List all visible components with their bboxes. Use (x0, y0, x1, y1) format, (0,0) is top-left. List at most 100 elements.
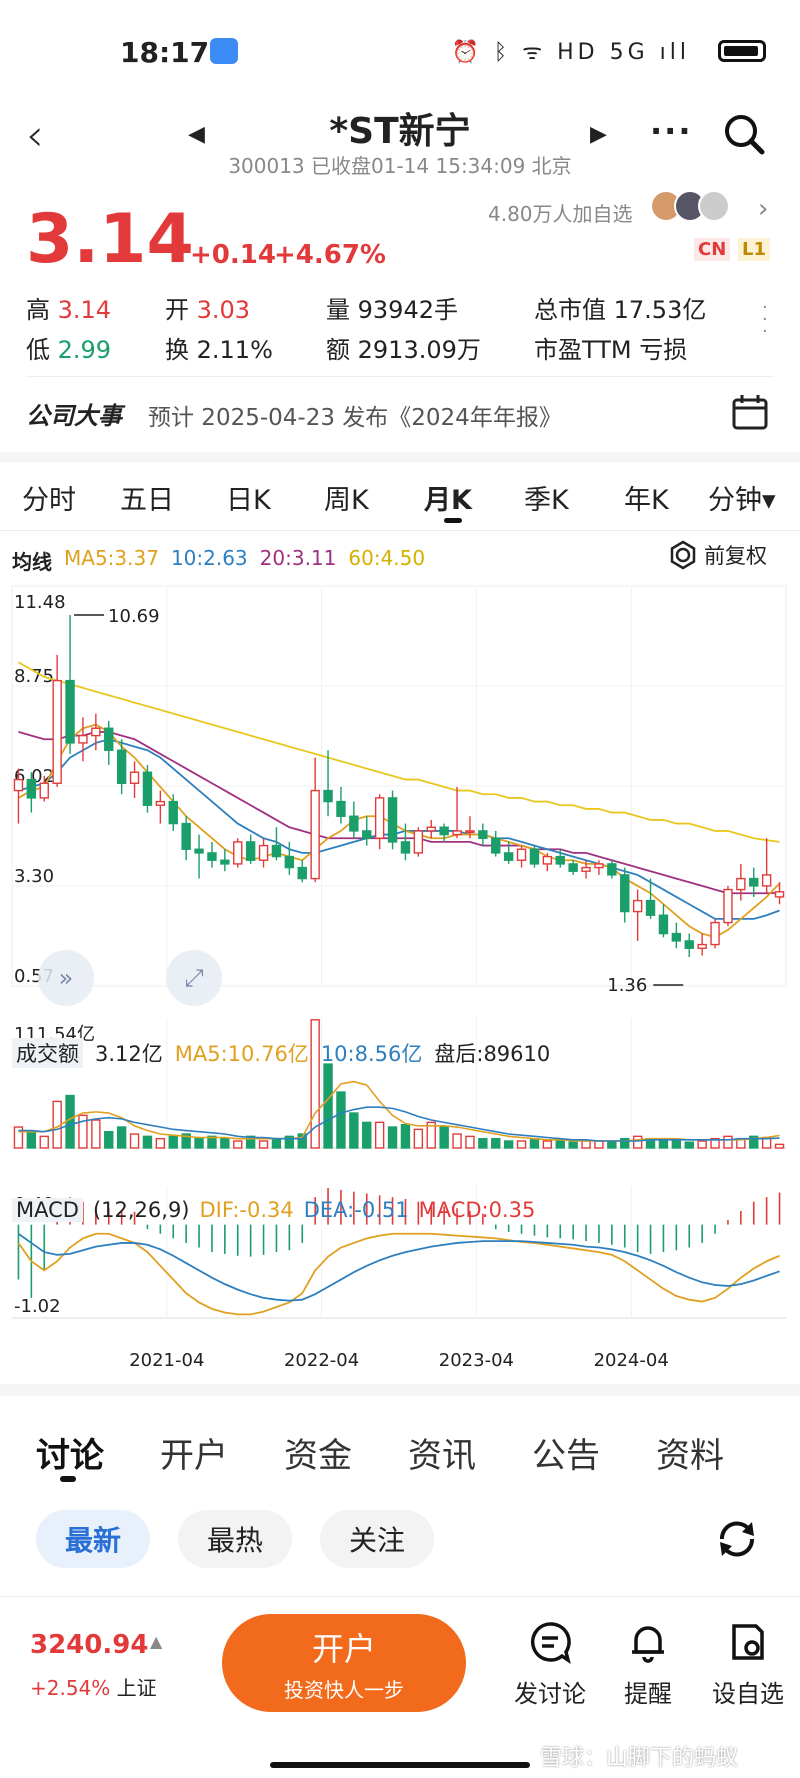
candle-body (78, 734, 88, 744)
discussion-tab[interactable]: 讨论 (36, 1428, 104, 1477)
refresh-icon[interactable] (712, 1514, 762, 1568)
bell-icon (598, 1620, 698, 1670)
volume-bar (491, 1137, 501, 1149)
gear-icon (670, 540, 696, 570)
candle-body (594, 863, 604, 869)
candle-body (749, 877, 759, 887)
volume-ma10: 10:8.56亿 (320, 1042, 423, 1066)
discussion-tab[interactable]: 开户 (160, 1428, 228, 1477)
cn-badge: CN (694, 238, 731, 261)
candle-body (607, 863, 617, 876)
search-icon[interactable] (722, 112, 765, 155)
sort-pill[interactable]: 最热 (178, 1510, 292, 1568)
stat-amount-label: 额 (326, 336, 350, 364)
divider (0, 1596, 800, 1597)
volume-bar (129, 1133, 140, 1149)
volume-bar (142, 1135, 153, 1149)
followers-count[interactable]: 4.80万人加自选 (488, 198, 633, 227)
volume-bar (774, 1143, 785, 1149)
discussion-tab[interactable]: 公告 (532, 1428, 600, 1477)
candle-body (387, 797, 398, 843)
stat-volume: 量 93942手 (326, 290, 458, 325)
open-account-button[interactable]: 开户 投资快人一步 (222, 1614, 466, 1712)
bottom-action-设自选[interactable]: 设自选 (698, 1620, 798, 1709)
candle-body (129, 771, 140, 784)
event-text[interactable]: 预计 2025-04-23 发布《2024年年报》 (148, 398, 562, 432)
period-tab[interactable]: 月K (424, 478, 472, 517)
sort-pill[interactable]: 最新 (36, 1510, 150, 1568)
candle-body (671, 932, 682, 942)
candle-body (568, 863, 578, 872)
volume-legend-label[interactable]: 成交额 (12, 1038, 83, 1068)
stat-high-value: 3.14 (57, 296, 112, 324)
sort-pill[interactable]: 关注 (320, 1510, 434, 1568)
event-label: 公司大事 (26, 402, 122, 430)
candle-body (426, 826, 436, 832)
macd-params: (12,26,9) (92, 1198, 190, 1222)
next-stock-icon[interactable]: ▶ (590, 122, 607, 147)
period-tab[interactable]: 季K (524, 478, 569, 517)
volume-bar (336, 1091, 346, 1149)
volume-bar (465, 1135, 475, 1149)
volume-bar (39, 1135, 49, 1149)
ma60-line (18, 661, 780, 843)
macd-dif: DIF:-0.34 (199, 1198, 294, 1222)
more-icon[interactable]: ··· (650, 112, 692, 150)
candle-body (452, 830, 462, 836)
stat-mktcap-label: 总市值 (534, 296, 606, 324)
candle-body (491, 837, 501, 854)
back-icon[interactable]: ‹ (26, 110, 44, 161)
ma-legend: 均线 MA5:3.37 10:2.63 20:3.11 60:4.50 (12, 546, 425, 575)
volume-after: 盘后:89610 (434, 1042, 551, 1066)
period-tab[interactable]: 年K (624, 478, 669, 517)
home-indicator[interactable] (270, 1762, 530, 1768)
volume-bar (697, 1140, 707, 1149)
bottom-action-发讨论[interactable]: 发讨论 (500, 1620, 600, 1709)
candle-body (349, 815, 359, 832)
volume-bar (362, 1121, 372, 1149)
volume-bar (684, 1141, 694, 1149)
discussion-tab[interactable]: 资讯 (408, 1428, 476, 1477)
volume-bar (413, 1128, 424, 1149)
volume-bar (671, 1140, 682, 1149)
volume-bar (594, 1140, 604, 1149)
period-tab[interactable]: 周K (324, 478, 369, 517)
volume-bar (220, 1137, 230, 1149)
prev-stock-icon[interactable]: ◀ (188, 122, 205, 147)
candle-body (194, 848, 204, 854)
discussion-tab[interactable]: 资料 (656, 1428, 724, 1477)
adjust-toggle[interactable]: 前复权 (668, 540, 767, 570)
calendar-icon[interactable] (730, 392, 770, 436)
fullscreen-icon[interactable]: ⤢ (166, 950, 222, 1006)
active-tab-indicator (60, 1476, 76, 1482)
volume-ma5-line (18, 1080, 780, 1142)
candle-body (336, 800, 346, 817)
candle-body (284, 855, 295, 869)
volume-bar (271, 1137, 282, 1149)
stat-pe-label: 市盈TTM (534, 336, 632, 364)
candle-body (516, 848, 527, 861)
candle-body (13, 778, 24, 792)
candle-body (181, 822, 191, 850)
candle-body (374, 797, 385, 839)
period-tab[interactable]: 分钟▾ (708, 478, 776, 517)
ma20-value: 20:3.11 (259, 546, 337, 570)
discussion-tab[interactable]: 资金 (284, 1428, 352, 1477)
candle-body (245, 841, 256, 861)
index-value[interactable]: 3240.94 (30, 1630, 148, 1660)
candle-body (26, 778, 37, 799)
candle-body (658, 914, 669, 935)
expand-chart-icon[interactable]: » (38, 950, 94, 1006)
period-tab[interactable]: 日K (226, 478, 271, 517)
x-tick-label: 2023-04 (439, 1350, 514, 1371)
kline-chart[interactable]: 11.488.756.023.300.5710.691.36111.54亿0.4… (0, 578, 800, 1378)
volume-bar (194, 1137, 204, 1149)
macd-legend-label[interactable]: MACD (12, 1198, 83, 1222)
period-tab[interactable]: 五日 (120, 478, 174, 517)
bottom-action-提醒[interactable]: 提醒 (598, 1620, 698, 1709)
chevron-right-icon[interactable]: › (758, 194, 768, 224)
volume-bar (555, 1140, 565, 1149)
stat-low-value: 2.99 (57, 336, 112, 364)
stats-more-icon[interactable]: · · · (762, 299, 768, 341)
period-tab[interactable]: 分时 (22, 478, 76, 517)
